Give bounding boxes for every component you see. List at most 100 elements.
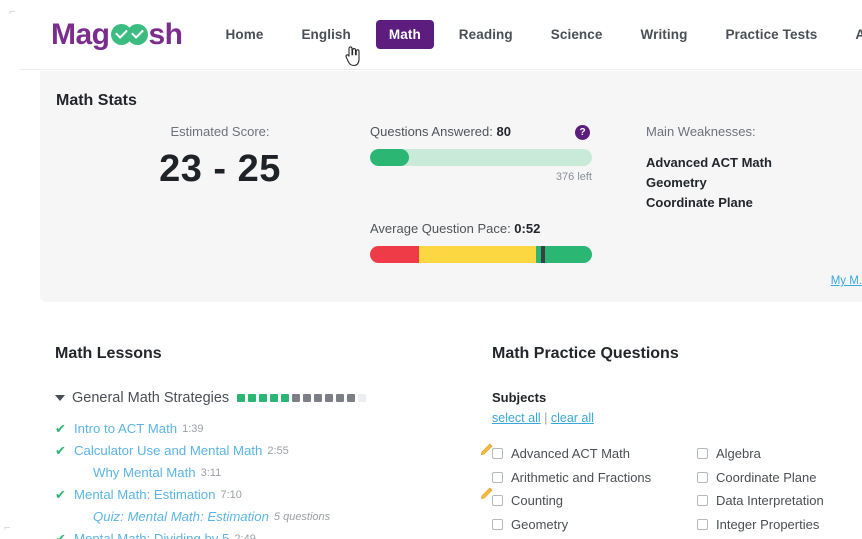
checkbox-icon[interactable] <box>492 518 503 530</box>
lesson-row[interactable]: ✔ Calculator Use and Mental Math 2:55 <box>55 440 493 461</box>
progress-square <box>303 394 312 402</box>
progress-square <box>314 394 323 402</box>
math-practice-questions-title: Math Practice Questions <box>492 345 679 362</box>
chevron-down-icon[interactable] <box>55 395 65 401</box>
my-math-link[interactable]: My M. <box>831 275 862 287</box>
subject-checkbox-row[interactable]: Algebra <box>697 442 862 466</box>
subject-label: Coordinate Plane <box>716 469 817 485</box>
lesson-row[interactable]: ✔ Mental Math: Dividing by 5 2:49 <box>55 528 465 539</box>
check-circle-icon-2 <box>126 24 148 45</box>
questions-progress-fill <box>370 149 409 166</box>
magoosh-logo[interactable]: Mag sh <box>51 17 183 51</box>
math-lessons-section: Math Lessons General Math Strategies ✔ In… <box>55 345 493 539</box>
progress-square <box>358 394 367 402</box>
lesson-title[interactable]: Why Mental Math <box>93 465 196 480</box>
progress-square <box>270 394 279 402</box>
nav-item-writing[interactable]: Writing <box>628 20 701 49</box>
subject-column-right: Algebra Coordinate Plane Data Interpretati… <box>697 442 862 536</box>
checkbox-icon[interactable] <box>697 448 708 460</box>
lesson-row[interactable]: Quiz: Mental Math: Estimation 5 questions <box>55 506 465 527</box>
subject-checkbox-row[interactable]: Integer Properties <box>697 513 862 537</box>
estimated-score-label: Estimated Score: <box>170 124 270 139</box>
math-practice-questions-section: Math Practice Questions Subjects select … <box>492 345 862 536</box>
lesson-title[interactable]: Calculator Use and Mental Math <box>74 443 262 458</box>
subject-checkbox-row[interactable]: Data Interpretation <box>697 489 862 513</box>
progress-square <box>248 394 257 402</box>
subject-label: Algebra <box>716 446 761 462</box>
checkbox-icon[interactable] <box>492 471 503 483</box>
pace-segment-slow <box>370 246 419 263</box>
questions-answered-label-text: Questions Answered: <box>370 124 497 139</box>
lesson-duration: 3:11 <box>200 466 222 479</box>
questions-left-label: 376 left <box>555 171 592 183</box>
subject-checkbox-row[interactable]: Advanced ACT Math <box>492 442 697 466</box>
logo-text-left: Mag <box>51 17 110 51</box>
nav-item-math[interactable]: Math <box>375 20 434 49</box>
lesson-duration: 2:55 <box>267 444 289 457</box>
nav-item-science[interactable]: Science <box>538 20 616 49</box>
check-icon: ✔ <box>55 486 66 502</box>
subject-label: Counting <box>511 493 564 509</box>
select-all-link[interactable]: select all <box>492 411 541 425</box>
estimated-score-value: 23 - 25 <box>159 148 281 190</box>
math-stats-card: Math Stats Estimated Score: 23 - 25 Ques… <box>40 71 862 302</box>
progress-square <box>259 394 268 402</box>
weakness-item-2: Geometry <box>646 174 707 190</box>
checkbox-icon[interactable] <box>697 471 708 483</box>
progress-square <box>237 394 246 402</box>
edit-pencil-icon[interactable] <box>479 487 493 501</box>
subjects-label: Subjects <box>492 390 547 405</box>
question-mark-icon[interactable]: ? <box>575 125 590 140</box>
nav-item-reading[interactable]: Reading <box>446 20 526 49</box>
subject-checkbox-grid: Advanced ACT Math Arithmetic and Fraction… <box>492 442 862 536</box>
pace-segment-medium <box>418 246 537 263</box>
check-icon: ✔ <box>55 442 66 458</box>
progress-square <box>347 394 356 402</box>
lesson-title[interactable]: Mental Math: Estimation <box>74 487 215 502</box>
lesson-list: ✔ Intro to ACT Math 1:39 ✔ Calculator Use an… <box>55 418 493 539</box>
checkbox-icon[interactable] <box>492 448 503 460</box>
check-icon: ✔ <box>55 530 66 539</box>
weakness-item-3: Coordinate Plane <box>646 194 753 210</box>
checkbox-icon[interactable] <box>697 518 708 530</box>
questions-progress-bar <box>370 149 592 166</box>
checkbox-icon[interactable] <box>492 495 503 507</box>
nav-item-home[interactable]: Home <box>213 20 277 49</box>
questions-answered-value: 80 <box>496 124 511 139</box>
edit-pencil-icon[interactable] <box>479 443 493 457</box>
subject-checkbox-row[interactable]: Arithmetic and Fractions <box>492 466 697 490</box>
check-icon: ✔ <box>55 420 66 436</box>
lesson-row[interactable]: ✔ Intro to ACT Math 1:39 <box>55 418 465 439</box>
subject-label: Advanced ACT Math <box>511 446 630 462</box>
lesson-title[interactable]: Mental Math: Dividing by 5 <box>74 531 229 539</box>
lesson-row[interactable]: Why Mental Math 3:11 <box>55 462 465 483</box>
subject-checkbox-row[interactable]: Geometry <box>492 513 697 537</box>
nav-item-practice-tests[interactable]: Practice Tests <box>712 20 830 49</box>
average-pace-label: Average Question Pace: 0:52 <box>370 221 625 236</box>
nav-item-english[interactable]: English <box>288 20 363 49</box>
subject-label: Arithmetic and Fractions <box>511 469 652 485</box>
checkbox-icon[interactable] <box>697 495 708 507</box>
corner-artifact-top-left: ⌐ <box>9 6 16 18</box>
subject-label: Data Interpretation <box>716 493 824 509</box>
lesson-duration: 5 questions <box>273 510 331 523</box>
progress-square <box>281 394 290 402</box>
lesson-row[interactable]: ✔ Mental Math: Estimation 7:10 <box>55 484 493 505</box>
lesson-duration: 7:10 <box>220 488 242 501</box>
nav-item-list: Home English Math Reading Science Writin… <box>207 20 862 49</box>
lesson-title[interactable]: Intro to ACT Math <box>74 421 177 436</box>
subject-checkbox-row[interactable]: Coordinate Plane <box>697 466 862 490</box>
clear-all-link[interactable]: clear all <box>551 411 594 425</box>
weakness-item-1: Advanced ACT Math <box>646 155 772 170</box>
top-navigation-bar: Mag sh Home English Math Reading Science… <box>20 0 862 70</box>
lesson-title[interactable]: Quiz: Mental Math: Estimation <box>93 509 269 524</box>
lesson-group-header[interactable]: General Math Strategies <box>55 390 465 406</box>
subject-column-left: Advanced ACT Math Arithmetic and Fraction… <box>492 442 697 536</box>
lesson-progress-squares <box>237 394 367 402</box>
double-check-circle-icon <box>110 24 148 45</box>
main-weaknesses-block: Main Weaknesses: Advanced ACT Math Geome… <box>646 124 856 213</box>
subject-checkbox-row[interactable]: Counting <box>492 489 697 513</box>
pace-marker-indicator <box>540 246 545 263</box>
pace-meter <box>370 246 592 263</box>
nav-item-assignments[interactable]: Assignments <box>842 20 862 49</box>
